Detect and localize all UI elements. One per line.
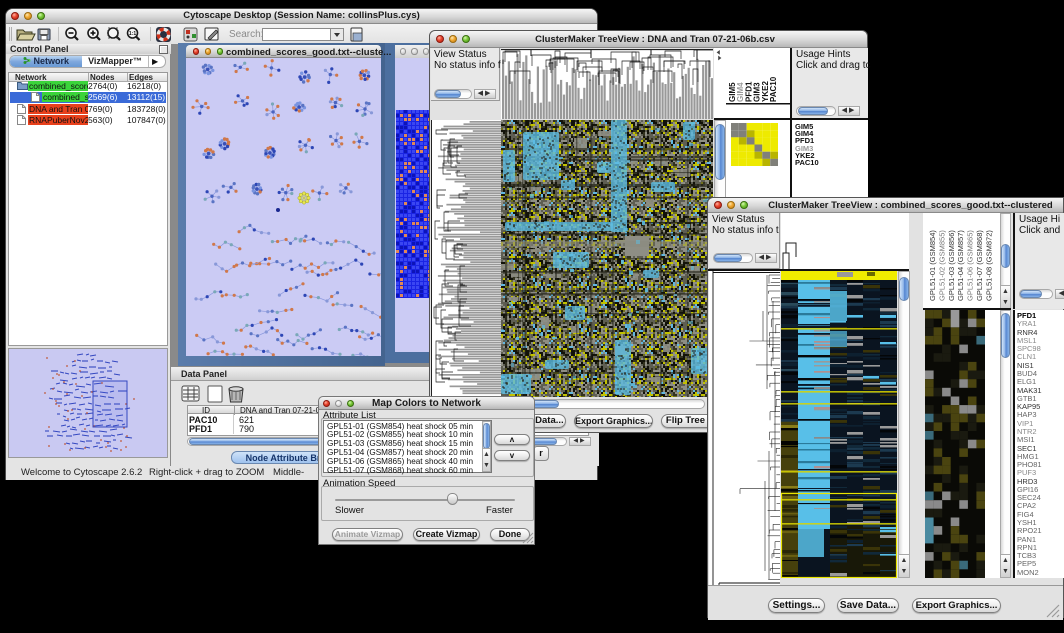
svg-text:GPL51-03 (GSM856): GPL51-03 (GSM856) bbox=[947, 230, 956, 301]
svg-text:GPL51-07 (GSM868): GPL51-07 (GSM868) bbox=[975, 230, 984, 301]
svg-text:GPL51-02 (GSM855): GPL51-02 (GSM855) bbox=[937, 230, 946, 301]
svg-text:GPL51-01 (GSM854): GPL51-01 (GSM854) bbox=[928, 230, 937, 301]
svg-text:GPL51-04 (GSM857): GPL51-04 (GSM857) bbox=[956, 230, 965, 301]
svg-text:Search:: Search: bbox=[229, 29, 263, 40]
svg-text:1:1: 1:1 bbox=[129, 31, 136, 37]
svg-text:PAC10: PAC10 bbox=[769, 76, 778, 102]
svg-text:GPL51-06 (GSM865): GPL51-06 (GSM865) bbox=[966, 230, 975, 301]
svg-text:GPL51-08 (GSM872): GPL51-08 (GSM872) bbox=[984, 230, 993, 301]
